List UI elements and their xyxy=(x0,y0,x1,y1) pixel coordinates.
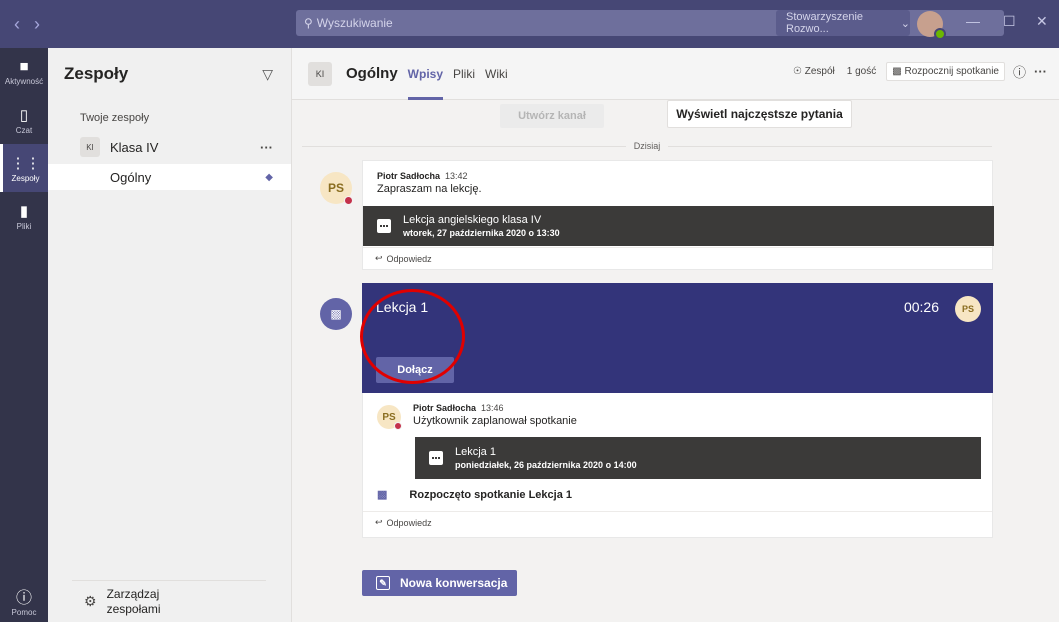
filter-icon[interactable]: ▽ xyxy=(262,66,273,83)
calendar-icon xyxy=(429,451,443,465)
tab-files[interactable]: Pliki xyxy=(453,48,475,100)
back-arrow-icon[interactable]: ‹ xyxy=(14,14,20,35)
start-meeting-button[interactable]: ▩ Rozpocznij spotkanie xyxy=(886,62,1005,81)
join-button[interactable]: Dołącz xyxy=(376,357,454,383)
rail-item-teams[interactable]: ⋮⋮ Zespoły xyxy=(0,144,48,192)
meeting-banner: Lekcja 1 00:26 PS Dołącz xyxy=(362,283,993,393)
meeting-started-text: Rozpoczęto spotkanie Lekcja 1 xyxy=(409,488,573,501)
rail-item-label: Pomoc xyxy=(11,607,37,617)
presence-busy-icon xyxy=(344,196,353,205)
participant-avatar[interactable]: PS xyxy=(955,296,981,322)
search-icon: ⚲ xyxy=(304,16,313,30)
app-rail: ■ Aktywność ▯ Czat ⋮⋮ Zespoły ▮ Pliki ⓘ … xyxy=(0,48,48,622)
rail-item-label: Zespoły xyxy=(11,173,40,183)
team-item[interactable]: KI Klasa IV ··· xyxy=(48,134,291,160)
create-channel-button[interactable]: Utwórz kanał xyxy=(500,104,604,128)
event-title: Lekcja angielskiego klasa IV xyxy=(403,214,542,226)
title-bar: ‹ › ⚲ Wyszukiwanie Stowarzyszenie Rozwo.… xyxy=(0,0,1059,48)
video-camera-icon: ◆ xyxy=(265,171,273,183)
presence-busy-icon xyxy=(394,422,402,430)
rail-item-help[interactable]: ⓘ Pomoc xyxy=(0,578,48,622)
more-options-icon[interactable]: ··· xyxy=(1034,64,1047,79)
post-text: Użytkownik zaplanował spotkanie xyxy=(413,415,577,427)
rail-item-label: Pliki xyxy=(16,221,32,231)
date-divider: Dzisiaj xyxy=(302,140,993,152)
author-avatar[interactable]: PS xyxy=(377,405,402,430)
maximize-icon[interactable]: ☐ xyxy=(1003,13,1016,30)
gear-icon: ⚙ xyxy=(84,593,97,609)
more-options-icon[interactable]: ··· xyxy=(260,140,273,155)
channel-avatar: KI xyxy=(308,61,332,86)
event-title: Lekcja 1 xyxy=(455,446,496,458)
post-card: Piotr Sadłocha 13:42 Zapraszam na lekcję… xyxy=(362,160,994,270)
channel-header: KI Ogólny Wpisy Pliki Wiki ☉ Zespół 1 go… xyxy=(292,48,1059,100)
eye-icon: ☉ xyxy=(793,66,805,77)
team-button[interactable]: ☉ Zespół xyxy=(791,63,837,80)
rail-item-label: Czat xyxy=(15,125,33,135)
channel-name: Ogólny xyxy=(110,169,152,185)
file-icon: ▮ xyxy=(19,202,29,220)
rail-item-label: Aktywność xyxy=(4,77,44,86)
meeting-started: ▩ Rozpoczęto spotkanie Lekcja 1 xyxy=(377,488,573,502)
tab-posts[interactable]: Wpisy xyxy=(407,48,444,100)
meeting-title: Lekcja 1 xyxy=(376,299,429,315)
manage-teams-label: Zarządzaj zespołami xyxy=(106,586,161,616)
info-icon[interactable]: ⓘ xyxy=(1013,62,1026,81)
bell-icon: ■ xyxy=(19,58,29,75)
post-meta: Piotr Sadłocha 13:46 xyxy=(413,403,504,413)
post-text: Zapraszam na lekcję. xyxy=(377,183,482,195)
chat-icon: ▯ xyxy=(19,106,29,124)
event-card[interactable]: Lekcja 1 poniedziałek, 26 października 2… xyxy=(415,437,981,479)
conversation-area: Utwórz kanał Wyświetl najczęstsze pytani… xyxy=(292,100,1059,622)
rail-item-activity[interactable]: ■ Aktywność xyxy=(0,48,48,96)
event-date: poniedziałek, 26 października 2020 o 14:… xyxy=(455,460,637,470)
event-date: wtorek, 27 października 2020 o 13:30 xyxy=(403,228,560,238)
author-avatar[interactable]: PS xyxy=(320,172,353,205)
faq-button[interactable]: Wyświetl najczęstsze pytania xyxy=(667,100,852,128)
guest-button[interactable]: 1 gość xyxy=(845,63,878,80)
close-icon[interactable]: ✕ xyxy=(1036,13,1048,30)
channel-item[interactable]: Ogólny ◆ xyxy=(48,164,291,190)
chevron-down-icon: ⌄ xyxy=(900,17,910,30)
forward-arrow-icon[interactable]: › xyxy=(34,14,40,35)
video-camera-icon: ▩ xyxy=(892,66,905,77)
meeting-icon: ▩ xyxy=(320,298,352,330)
reply-button[interactable]: ↩ Odpowiedz xyxy=(363,247,992,269)
rail-item-files[interactable]: ▮ Pliki xyxy=(0,192,48,240)
org-switcher[interactable]: Stowarzyszenie Rozwo... ⌄ xyxy=(776,10,910,36)
event-card[interactable]: Lekcja angielskiego klasa IV wtorek, 27 … xyxy=(363,206,994,246)
new-conversation-button[interactable]: ✎ Nowa konwersacja xyxy=(362,570,517,596)
reply-arrow-icon: ↩ xyxy=(375,253,383,263)
minimize-icon[interactable]: — xyxy=(966,13,980,29)
calendar-icon xyxy=(377,219,391,233)
tab-wiki[interactable]: Wiki xyxy=(485,48,508,100)
date-label: Dzisiaj xyxy=(633,141,661,151)
history-nav: ‹ › xyxy=(0,14,80,35)
meeting-timer: 00:26 xyxy=(903,299,939,315)
meeting-thread: PS Piotr Sadłocha 13:46 Użytkownik zapla… xyxy=(362,393,993,538)
presence-icon xyxy=(934,28,946,40)
video-camera-icon: ▩ xyxy=(377,489,388,501)
teams-icon: ⋮⋮ xyxy=(10,154,41,172)
profile-avatar[interactable] xyxy=(917,11,946,40)
org-name: Stowarzyszenie Rozwo... xyxy=(786,11,864,35)
manage-teams-button[interactable]: ⚙ Zarządzaj zespołami xyxy=(72,580,266,622)
reply-arrow-icon: ↩ xyxy=(375,517,383,527)
rail-item-chat[interactable]: ▯ Czat xyxy=(0,96,48,144)
teams-panel: Zespoły ▽ Twoje zespoły KI Klasa IV ··· … xyxy=(48,48,292,622)
channel-title: Ogólny xyxy=(346,65,398,82)
header-actions: ☉ Zespół 1 gość ▩ Rozpocznij spotkanie ⓘ… xyxy=(791,62,1047,81)
post-meta: Piotr Sadłocha 13:42 xyxy=(377,171,468,181)
search-placeholder: Wyszukiwanie xyxy=(316,16,393,30)
team-name: Klasa IV xyxy=(110,139,159,155)
compose-icon: ✎ xyxy=(376,576,390,590)
section-label: Twoje zespoły xyxy=(80,112,150,124)
panel-title: Zespoły xyxy=(64,64,129,83)
help-icon: ⓘ xyxy=(15,589,32,607)
reply-button[interactable]: ↩ Odpowiedz xyxy=(363,511,992,533)
team-avatar: KI xyxy=(80,137,100,157)
